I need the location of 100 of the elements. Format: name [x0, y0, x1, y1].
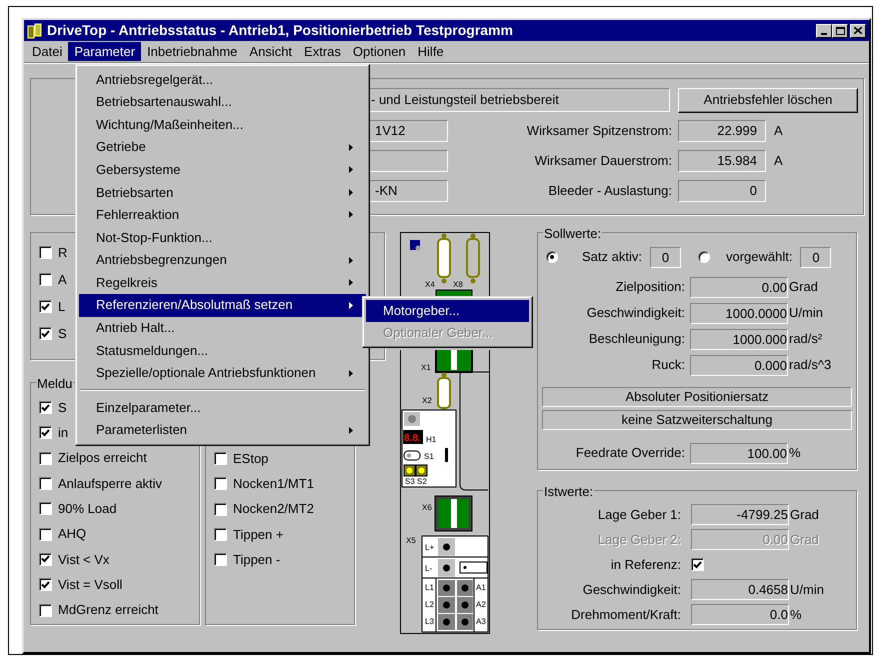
unit-label: rad/s² [789, 330, 822, 348]
maximize-button[interactable] [832, 24, 848, 38]
checkbox[interactable] [39, 327, 52, 340]
unit-label: Grad [789, 278, 818, 296]
checkbox-label: Tippen + [233, 526, 284, 544]
checkbox[interactable] [39, 426, 52, 440]
checkbox[interactable] [39, 502, 52, 516]
connector-label: H1 [426, 435, 436, 444]
menu-item[interactable]: Hilfe [412, 42, 450, 61]
radio-button[interactable] [546, 251, 558, 263]
checkbox[interactable] [214, 477, 227, 490]
value-field: 100.00 [690, 442, 788, 464]
value-field: 15.984 [678, 150, 766, 172]
checkbox[interactable] [39, 273, 52, 286]
menu-item[interactable]: Fehlerreaktion [79, 204, 366, 226]
radio-button[interactable] [698, 251, 710, 263]
unit-label: U/min [790, 580, 824, 599]
checkbox[interactable] [214, 528, 227, 542]
radio-label: Satz aktiv: [582, 248, 642, 266]
checkbox[interactable] [39, 300, 52, 313]
connector-label: S3 [405, 477, 415, 486]
menu-item[interactable]: Motorgeber... [366, 300, 529, 322]
menu-item[interactable]: Regelkreis [79, 271, 366, 294]
checkbox-label: EStop [233, 450, 268, 468]
info-field: keine Satzweiterschaltung [542, 410, 852, 430]
info-field: Absoluter Positioniersatz [542, 387, 852, 407]
close-button[interactable] [850, 24, 866, 38]
submenu-arrow-icon [349, 188, 353, 196]
checkbox-label: Zielpos erreicht [58, 449, 147, 468]
connector-label: X6 [422, 503, 432, 512]
value-field: -4799.25 [691, 504, 789, 525]
submenu-arrow-icon [349, 302, 353, 309]
submenu-arrow-icon [349, 166, 353, 174]
menu-item[interactable]: Spezielle/optionale Antriebsfunktionen [79, 362, 366, 384]
unit-label: A [774, 152, 783, 170]
value-field: 0.00 [690, 276, 788, 298]
unit-label: A [774, 122, 783, 140]
checkbox-label: Vist = Vsoll [58, 576, 122, 594]
unit-label: rad/s^3 [789, 356, 832, 374]
checkbox[interactable] [214, 553, 227, 566]
field-label: Wirksamer Spitzenstrom: [526, 122, 673, 140]
connector-label: X1 [421, 363, 431, 372]
checkbox-label: Nocken2/MT2 [233, 500, 314, 518]
menu-item[interactable]: Inbetriebnahme [141, 42, 244, 61]
menu-item[interactable]: Ansicht [243, 42, 298, 61]
submenu-arrow-icon [349, 370, 353, 377]
checkbox-label: AHQ [58, 525, 86, 544]
field-label: Ruck: [650, 356, 685, 374]
connector-label: S2 [417, 477, 427, 486]
connector-label: L- [425, 564, 432, 573]
field-label: Geschwindigkeit: [586, 304, 685, 322]
checkbox[interactable] [39, 578, 52, 592]
window-title: DriveTop - Antriebsstatus - Antrieb1, Positionierbetrieb Testprogramm [47, 21, 513, 40]
menu-item[interactable]: Extras [298, 42, 347, 61]
submenu-arrow-icon [349, 426, 353, 434]
minimize-icon [821, 32, 827, 34]
unit-label: Grad [790, 506, 819, 524]
value-field: 0.4658 [691, 579, 789, 600]
minimize-button[interactable] [816, 24, 832, 38]
checkbox[interactable] [214, 502, 227, 516]
menu-item[interactable]: Antriebsbegrenzungen [79, 248, 366, 272]
menu-item[interactable]: Einzelparameter... [79, 396, 366, 419]
value-field: 0 [800, 246, 832, 268]
menu-item[interactable]: Parameter [68, 42, 142, 61]
checkbox-label: MdGrenz erreicht [58, 601, 158, 620]
checkbox[interactable] [39, 604, 52, 617]
menu-item[interactable]: Antrieb Halt... [79, 316, 366, 340]
checkmark-icon [41, 428, 50, 437]
field-label: Lage Geber 1: [596, 506, 681, 524]
checkbox[interactable] [39, 452, 52, 465]
unit-label: % [789, 444, 801, 462]
clear-error-button[interactable]: Antriebsfehler löschen [678, 88, 858, 112]
menu-item[interactable]: Optionen [346, 42, 412, 61]
checkbox[interactable] [39, 477, 52, 490]
menu-item[interactable]: Gebersysteme [79, 158, 366, 181]
checkbox[interactable] [39, 528, 52, 541]
value-field: 1000.0000 [690, 302, 788, 324]
menu-item[interactable]: Statusmeldungen... [79, 339, 366, 362]
menu-item[interactable]: Antriebsregelgerät... [79, 68, 366, 91]
menu-item[interactable]: Parameterlisten [79, 418, 366, 442]
checkbox-label: Nocken1/MT1 [233, 475, 314, 494]
menu-item[interactable]: Datei [26, 42, 68, 61]
menu-item[interactable]: Not-Stop-Funktion... [79, 226, 366, 249]
field-label: in Referenz: [610, 556, 681, 574]
menu-item[interactable]: Referenzieren/Absolutmaß setzen [79, 294, 366, 317]
value-field: 0.0 [691, 604, 789, 625]
checkbox-label: A [58, 270, 67, 289]
value-field: 0.00 [691, 529, 789, 550]
checkbox[interactable] [214, 452, 227, 466]
field-label: Zielposition: [614, 278, 685, 296]
checkbox[interactable] [691, 558, 704, 571]
field-label: Lage Geber 2: [596, 530, 681, 549]
checkbox-label: S [58, 324, 67, 343]
radio-label: vorgewählt: [726, 248, 792, 266]
checkbox[interactable] [39, 246, 52, 259]
connector-label: L1 [425, 583, 434, 592]
close-icon [854, 27, 862, 34]
checkbox[interactable] [39, 401, 52, 414]
connector-label: L+ [425, 543, 434, 552]
checkbox[interactable] [39, 552, 52, 566]
